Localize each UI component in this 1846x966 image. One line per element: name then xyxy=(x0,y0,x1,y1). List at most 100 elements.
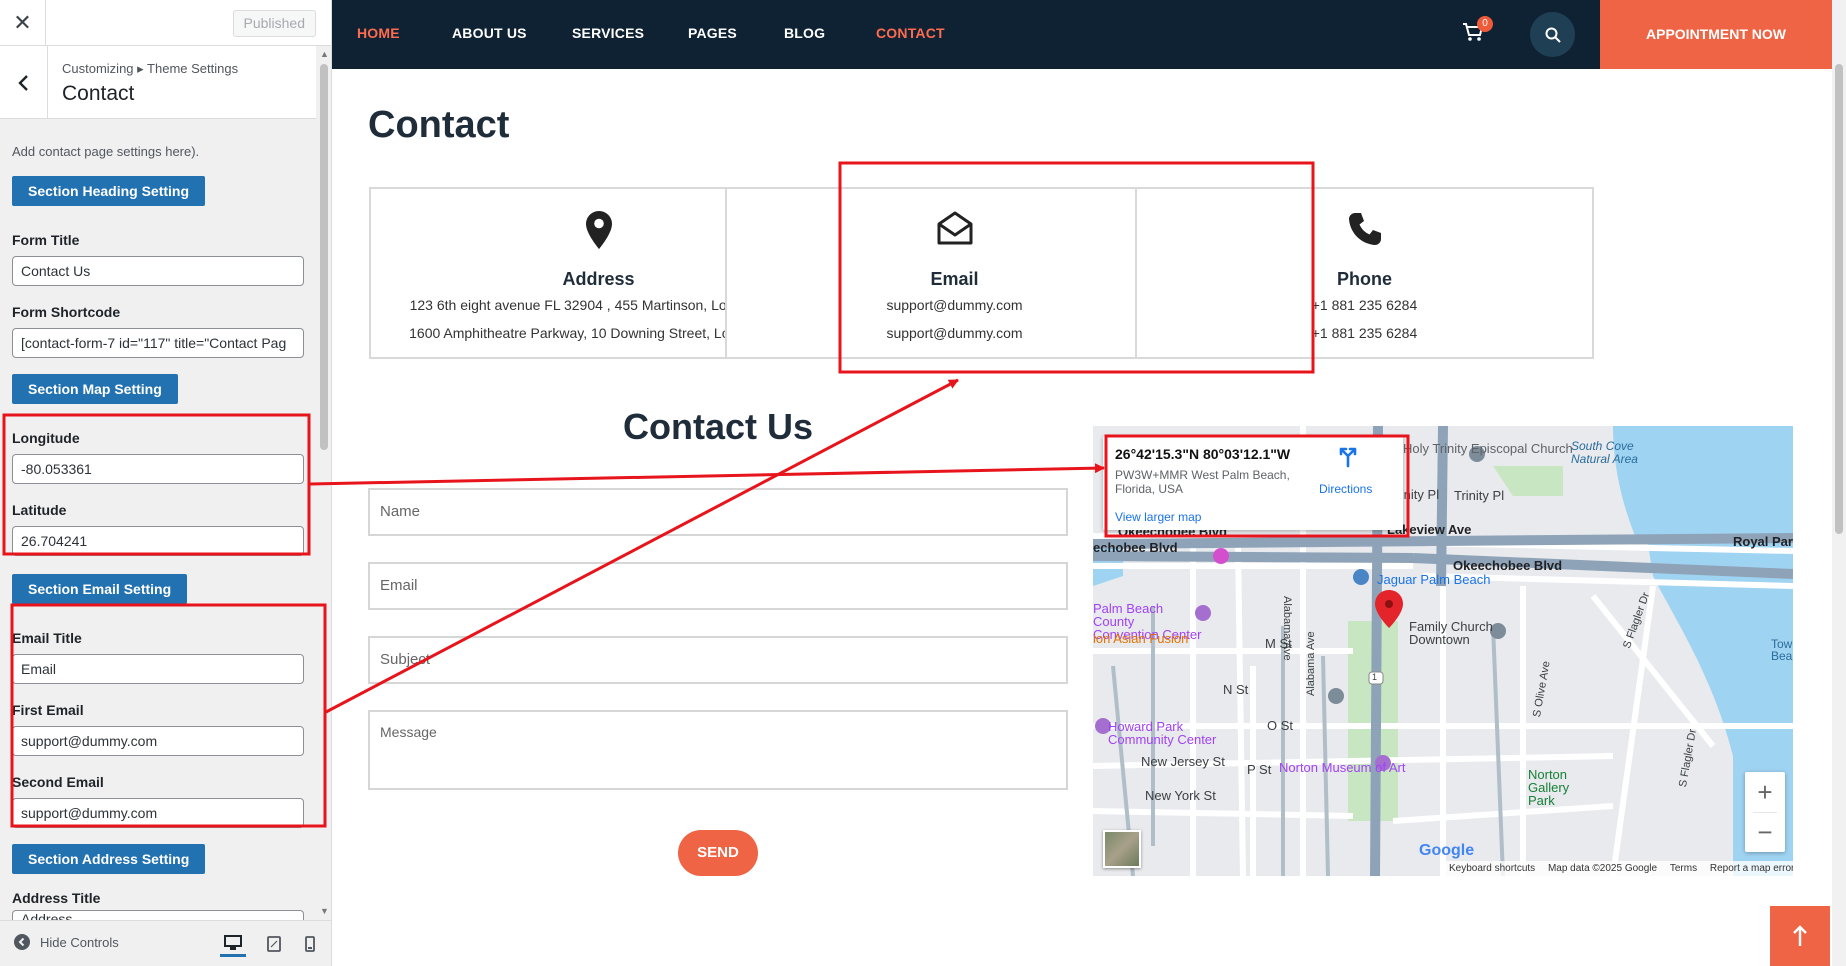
map-label-alabama-2: Alabama Ave xyxy=(1305,631,1317,696)
map-label-n-st: N St xyxy=(1223,682,1249,697)
message-textarea[interactable]: Message xyxy=(368,710,1068,790)
arrow-up-icon xyxy=(1793,925,1807,946)
terms-link[interactable]: Terms xyxy=(1670,863,1697,874)
map-label-o-st: O St xyxy=(1267,718,1294,733)
section-email-setting-button[interactable]: Section Email Setting xyxy=(12,574,188,604)
send-button[interactable]: SEND xyxy=(678,830,758,876)
phone-line-2: +1 881 235 6284 xyxy=(1311,325,1418,341)
collapse-icon xyxy=(14,934,30,950)
tablet-preview-icon[interactable] xyxy=(261,931,287,957)
map-coordinates: 26°42'15.3"N 80°03'12.1"W xyxy=(1115,446,1291,462)
section-heading-setting-button[interactable]: Section Heading Setting xyxy=(12,176,206,206)
mobile-preview-icon[interactable] xyxy=(297,931,323,957)
map-label-asian-fusion: iori Asian Fusion xyxy=(1093,631,1189,646)
nav-contact[interactable]: CONTACT xyxy=(876,25,945,41)
map-route-1: 1 xyxy=(1372,672,1378,682)
email-title-input[interactable]: Email xyxy=(12,654,304,684)
nav-pages[interactable]: PAGES xyxy=(688,25,737,41)
map-label-south-cove: South Cove Natural Area xyxy=(1571,439,1638,466)
section-description: Add contact page settings here). xyxy=(12,144,200,159)
appointment-button[interactable]: APPOINTMENT NOW xyxy=(1600,0,1832,69)
site-preview: HOME ABOUT US SERVICES PAGES BLOG CONTAC… xyxy=(332,0,1846,966)
desktop-preview-icon[interactable] xyxy=(220,931,246,957)
map-label-family-church: Family Church Downtown xyxy=(1409,619,1493,647)
subject-input[interactable]: Subject xyxy=(368,636,1068,684)
phone-card: Phone +1 881 235 6284 +1 881 235 6284 xyxy=(1135,187,1594,359)
nav-about-us[interactable]: ABOUT US xyxy=(452,25,527,41)
email-title-label: Email Title xyxy=(12,630,82,646)
map-label-okeechobee-2: echobee Blvd xyxy=(1093,540,1178,555)
directions-icon[interactable] xyxy=(1337,444,1359,468)
cart-count-badge: 0 xyxy=(1477,16,1493,32)
google-map[interactable]: Holy Trinity Episcopal Church South Cove… xyxy=(1093,426,1793,876)
scroll-to-top-button[interactable] xyxy=(1770,906,1830,966)
phone-line-1: +1 881 235 6284 xyxy=(1311,297,1418,313)
view-larger-map-link[interactable]: View larger map xyxy=(1115,510,1201,524)
main-navigation: HOME ABOUT US SERVICES PAGES BLOG CONTAC… xyxy=(332,0,1832,69)
search-icon xyxy=(1545,27,1561,43)
section-header: Customizing ▸ Theme Settings Contact xyxy=(0,46,331,119)
email-line-1: support@dummy.com xyxy=(886,297,1023,313)
email-card-title: Email xyxy=(930,269,979,289)
first-email-label: First Email xyxy=(12,702,84,718)
map-label-new-jersey: New Jersey St xyxy=(1141,754,1225,769)
hide-controls-button[interactable]: Hide Controls xyxy=(14,934,119,950)
sidebar-scrollbar[interactable]: ▲ ▼ xyxy=(316,46,331,918)
phone-card-title: Phone xyxy=(1336,269,1392,289)
scrollbar-thumb[interactable] xyxy=(320,64,328,450)
phone-icon xyxy=(1348,213,1381,245)
keyboard-shortcuts-link[interactable]: Keyboard shortcuts xyxy=(1449,863,1535,874)
map-label-trinity-pl-2: Trinity Pl xyxy=(1454,488,1505,503)
scroll-down-icon[interactable]: ▼ xyxy=(320,906,329,916)
form-shortcode-label: Form Shortcode xyxy=(12,304,121,320)
form-title-input[interactable]: Contact Us xyxy=(12,256,304,286)
page-title: Contact xyxy=(368,104,510,146)
latitude-input[interactable]: 26.704241 xyxy=(12,526,304,556)
nav-blog[interactable]: BLOG xyxy=(784,25,825,41)
address-title-input[interactable]: Address xyxy=(12,910,304,920)
settings-panel: Add contact page settings here). Section… xyxy=(0,120,314,920)
second-email-label: Second Email xyxy=(12,774,104,790)
section-title: Contact xyxy=(62,82,135,105)
name-input[interactable]: Name xyxy=(368,488,1068,536)
customizer-footer: Hide Controls xyxy=(0,920,331,966)
map-label-norton-museum: Norton Museum of Art xyxy=(1279,760,1406,775)
published-button[interactable]: Published xyxy=(232,10,316,37)
breadcrumb: Customizing ▸ Theme Settings xyxy=(62,61,239,76)
report-map-error-link[interactable]: Report a map error xyxy=(1710,863,1793,874)
scroll-up-icon[interactable]: ▲ xyxy=(320,49,329,59)
map-label-p-st: P St xyxy=(1247,762,1272,777)
back-arrow-icon[interactable] xyxy=(0,46,48,119)
satellite-toggle[interactable] xyxy=(1103,830,1141,868)
section-address-setting-button[interactable]: Section Address Setting xyxy=(12,844,206,874)
longitude-input[interactable]: -80.053361 xyxy=(12,454,304,484)
map-label-new-york: New York St xyxy=(1145,788,1216,803)
form-shortcode-input[interactable]: [contact-form-7 id="117" title="Contact … xyxy=(12,328,304,358)
nav-services[interactable]: SERVICES xyxy=(572,25,644,41)
email-card: Email support@dummy.com support@dummy.co… xyxy=(725,187,1184,359)
map-label-royal-park: Royal Park B xyxy=(1733,534,1793,549)
customizer-sidebar: ✕ Published Customizing ▸ Theme Settings… xyxy=(0,0,332,966)
second-email-input[interactable]: support@dummy.com xyxy=(12,798,304,828)
map-label-jaguar: Jaguar Palm Beach xyxy=(1377,572,1491,587)
map-zoom-control: + − xyxy=(1745,772,1785,852)
preview-scrollbar-thumb[interactable] xyxy=(1835,64,1843,534)
address-title-label: Address Title xyxy=(12,890,101,906)
contact-us-heading: Contact Us xyxy=(622,406,814,447)
email-line-2: support@dummy.com xyxy=(886,325,1023,341)
customizer-topbar: ✕ Published xyxy=(0,0,331,46)
close-icon[interactable]: ✕ xyxy=(0,0,46,46)
map-footer: Keyboard shortcuts Map data ©2025 Google… xyxy=(1443,861,1793,876)
preview-scrollbar[interactable] xyxy=(1832,0,1846,966)
map-label-holy-trinity: Holy Trinity Episcopal Church xyxy=(1403,441,1573,456)
nav-home[interactable]: HOME xyxy=(357,25,400,41)
first-email-input[interactable]: support@dummy.com xyxy=(12,726,304,756)
zoom-in-button[interactable]: + xyxy=(1745,772,1785,812)
section-map-setting-button[interactable]: Section Map Setting xyxy=(12,374,178,404)
directions-link[interactable]: Directions xyxy=(1319,482,1372,496)
longitude-label: Longitude xyxy=(12,430,80,446)
email-input[interactable]: Email xyxy=(368,562,1068,610)
zoom-out-button[interactable]: − xyxy=(1745,812,1785,852)
map-pin-icon xyxy=(585,211,612,249)
search-button[interactable] xyxy=(1530,12,1575,57)
